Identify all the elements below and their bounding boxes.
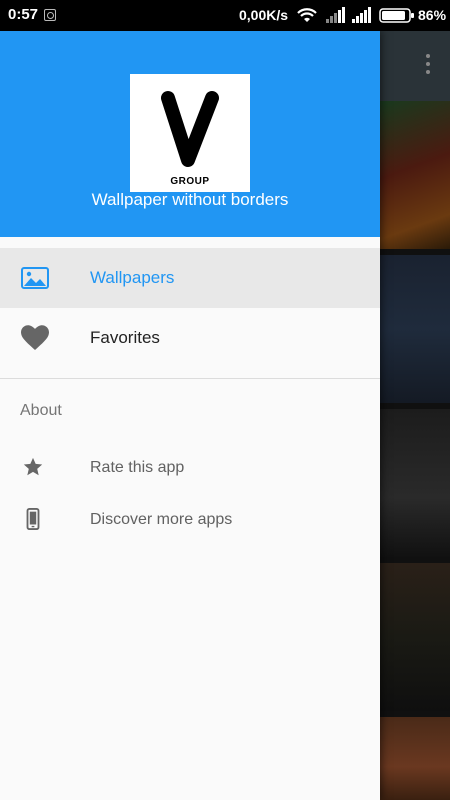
background-app <box>380 31 450 800</box>
v-logo-icon <box>161 91 219 167</box>
battery-icon <box>379 8 414 23</box>
app-title: Wallpaper without borders <box>91 190 289 209</box>
network-speed: 0,00K/s <box>239 7 289 23</box>
background-toolbar <box>380 31 450 101</box>
status-time: 0:57 <box>8 6 39 23</box>
navigation-drawer: GROUP Wallpaper without borders Wallpape… <box>0 31 380 800</box>
smartphone-icon <box>26 508 40 530</box>
wallpaper-thumbnail <box>380 717 450 800</box>
wallpaper-thumbnail <box>380 563 450 711</box>
discover-apps-item[interactable]: Discover more apps <box>0 494 380 544</box>
image-icon <box>21 267 49 289</box>
battery-percentage: 86% <box>418 7 447 23</box>
notification-icon <box>44 9 56 21</box>
nav-item-wallpapers[interactable]: Wallpapers <box>0 248 380 308</box>
section-header-about: About <box>20 402 62 419</box>
logo-subtext: GROUP <box>170 176 210 187</box>
rate-app-label: Rate this app <box>90 459 185 476</box>
nav-item-favorites[interactable]: Favorites <box>0 308 380 368</box>
rate-app-item[interactable]: Rate this app <box>0 442 380 492</box>
more-vert-icon <box>426 54 430 76</box>
drawer-header: GROUP Wallpaper without borders <box>0 31 380 237</box>
app-logo: GROUP <box>130 74 250 192</box>
divider <box>0 378 380 379</box>
status-bar: 0:57 0,00K/s 86% <box>0 0 450 31</box>
discover-apps-label: Discover more apps <box>90 511 233 528</box>
nav-item-label: Wallpapers <box>90 268 175 287</box>
wallpaper-thumbnail <box>380 409 450 557</box>
heart-icon <box>21 325 49 350</box>
wallpaper-thumbnail <box>380 101 450 249</box>
nav-item-label: Favorites <box>90 328 160 347</box>
signal-icon <box>352 7 371 23</box>
wallpaper-thumbnail <box>380 255 450 403</box>
signal-icon <box>326 7 345 23</box>
star-icon <box>23 457 43 476</box>
wifi-icon <box>297 8 317 22</box>
